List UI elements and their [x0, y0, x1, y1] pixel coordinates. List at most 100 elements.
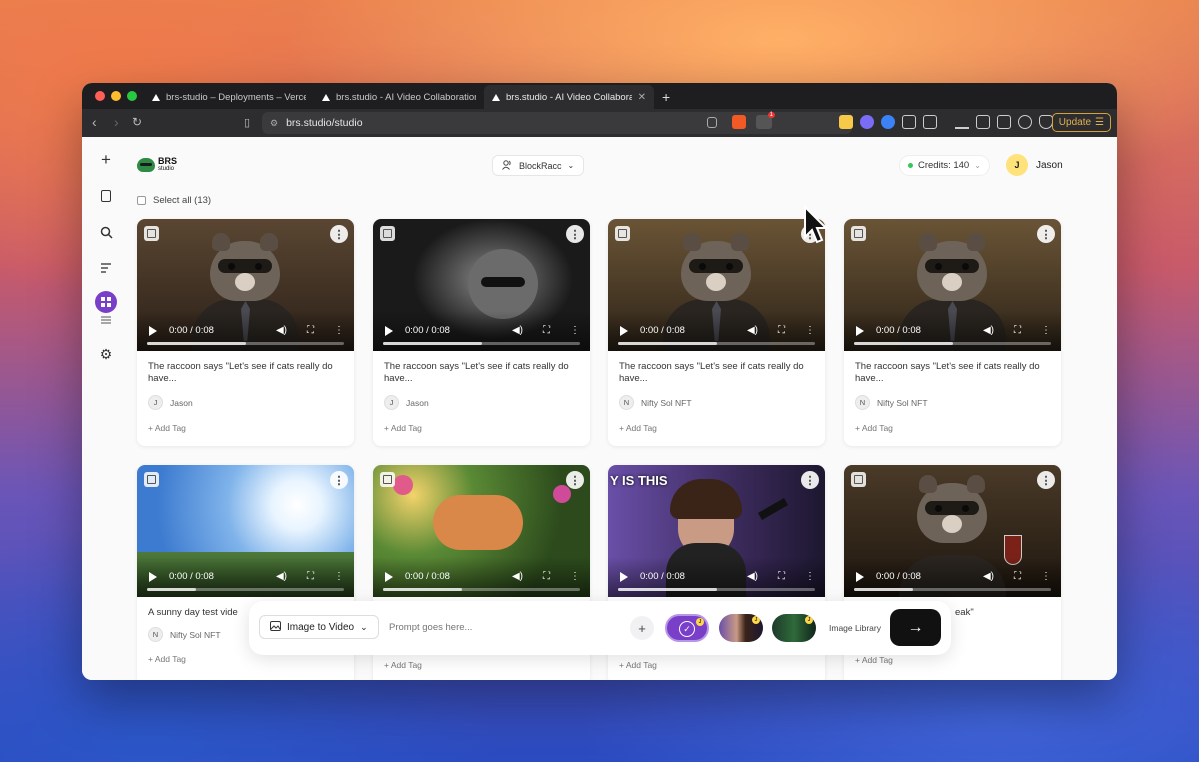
more-options-icon[interactable]: ⋮	[330, 471, 348, 489]
maximize-window-button[interactable]	[127, 91, 137, 101]
minimize-window-button[interactable]	[111, 91, 121, 101]
video-menu-icon[interactable]: ⋮	[570, 325, 580, 336]
video-menu-icon[interactable]: ⋮	[334, 571, 344, 582]
progress-bar[interactable]	[618, 588, 815, 591]
close-window-button[interactable]	[95, 91, 105, 101]
volume-icon[interactable]: ◀)	[512, 325, 523, 336]
update-button[interactable]: Update ☰	[1051, 113, 1111, 132]
grid-icon[interactable]	[95, 291, 117, 313]
gear-icon[interactable]: ⚙	[95, 343, 117, 365]
add-tag-button[interactable]: + Add Tag	[384, 423, 579, 433]
site-settings-icon[interactable]: ⚙	[270, 118, 278, 129]
mode-dropdown[interactable]: Image to Video ⌄	[259, 615, 379, 639]
add-tag-button[interactable]: + Add Tag	[619, 423, 814, 433]
video-card[interactable]: ⋮ 0:00 / 0:08 ◀) ⛶ ⋮ The raccoon says "Let'…	[137, 219, 354, 446]
progress-bar[interactable]	[854, 588, 1051, 591]
credits-dropdown[interactable]: Credits: 140 ⌄	[899, 155, 990, 176]
volume-icon[interactable]: ◀)	[983, 325, 994, 336]
play-icon[interactable]	[385, 571, 393, 582]
play-icon[interactable]	[856, 571, 864, 582]
progress-bar[interactable]	[383, 342, 580, 345]
select-all[interactable]: Select all (13)	[137, 195, 211, 206]
video-menu-icon[interactable]: ⋮	[570, 571, 580, 582]
workspace-dropdown[interactable]: BlockRacc ⌄	[492, 155, 585, 176]
volume-icon[interactable]: ◀)	[276, 325, 287, 336]
reload-icon[interactable]: ↻	[132, 115, 142, 129]
video-player[interactable]: ⋮ 0:00 / 0:08 ◀) ⛶ ⋮	[137, 219, 354, 351]
extension-icon[interactable]	[839, 115, 853, 129]
user-menu[interactable]: J Jason	[1006, 154, 1063, 176]
fullscreen-icon[interactable]: ⛶	[1014, 325, 1021, 336]
vpn-shield-icon[interactable]	[1039, 115, 1053, 129]
video-player[interactable]: ⋮ 0:00 / 0:08 ◀) ⛶ ⋮	[608, 219, 825, 351]
plus-icon[interactable]: +	[95, 149, 117, 171]
volume-icon[interactable]: ◀)	[983, 571, 994, 582]
play-icon[interactable]	[385, 325, 393, 336]
add-tag-button[interactable]: + Add Tag	[855, 423, 1050, 433]
play-icon[interactable]	[620, 571, 628, 582]
fullscreen-icon[interactable]: ⛶	[543, 571, 550, 582]
book-icon[interactable]	[95, 185, 117, 207]
play-icon[interactable]	[620, 325, 628, 336]
browser-tab[interactable]: brs.studio - AI Video Collaboration	[314, 85, 484, 109]
leo-ai-icon[interactable]	[1018, 115, 1032, 129]
video-player[interactable]: ⋮ 0:00 / 0:08 ◀) ⛶ ⋮	[844, 219, 1061, 351]
prompt-input[interactable]	[389, 615, 609, 639]
more-options-icon[interactable]: ⋮	[1037, 471, 1055, 489]
share-icon[interactable]	[707, 117, 717, 128]
progress-bar[interactable]	[854, 342, 1051, 345]
progress-bar[interactable]	[618, 342, 815, 345]
video-card[interactable]: ⋮ 0:00 / 0:08 ◀) ⛶ ⋮ The raccoon says "Let'…	[608, 219, 825, 446]
video-menu-icon[interactable]: ⋮	[805, 325, 815, 336]
add-tag-button[interactable]: + Add Tag	[855, 655, 1050, 665]
extension-icon[interactable]	[923, 115, 937, 129]
brave-rewards-icon[interactable]: 1	[756, 112, 775, 129]
extensions-puzzle-icon[interactable]	[902, 115, 916, 129]
download-icon[interactable]	[955, 115, 969, 129]
progress-bar[interactable]	[147, 588, 344, 591]
video-menu-icon[interactable]: ⋮	[1041, 325, 1051, 336]
more-options-icon[interactable]: ⋮	[566, 225, 584, 243]
browser-tab-active[interactable]: brs.studio - AI Video Collabora ✕	[484, 85, 654, 109]
video-card[interactable]: ⋮ 0:00 / 0:08 ◀) ⛶ ⋮ The raccoon says "Let'…	[844, 219, 1061, 446]
add-tag-button[interactable]: + Add Tag	[619, 660, 814, 670]
card-checkbox[interactable]	[380, 226, 395, 241]
extension-icon[interactable]	[881, 115, 895, 129]
wallet-icon[interactable]	[997, 115, 1011, 129]
browser-tab[interactable]: brs-studio – Deployments – Vercel	[144, 85, 314, 109]
fullscreen-icon[interactable]: ⛶	[778, 571, 785, 582]
image-library-link[interactable]: Image Library	[829, 623, 881, 633]
play-icon[interactable]	[149, 325, 157, 336]
volume-icon[interactable]: ◀)	[747, 325, 758, 336]
image-thumbnail[interactable]: J	[719, 614, 763, 642]
video-player[interactable]: Y IS THIS ⋮ 0:00 / 0:08 ◀) ⛶ ⋮	[608, 465, 825, 597]
play-icon[interactable]	[856, 325, 864, 336]
card-checkbox[interactable]	[144, 472, 159, 487]
back-icon[interactable]: ‹	[92, 114, 97, 130]
add-image-button[interactable]: +	[630, 616, 654, 640]
progress-bar[interactable]	[383, 588, 580, 591]
close-tab-icon[interactable]: ✕	[638, 92, 646, 103]
bookmark-icon[interactable]: ▯	[244, 116, 250, 129]
more-options-icon[interactable]: ⋮	[1037, 225, 1055, 243]
video-menu-icon[interactable]: ⋮	[334, 325, 344, 336]
card-checkbox[interactable]	[144, 226, 159, 241]
more-options-icon[interactable]: ⋮	[566, 471, 584, 489]
submit-arrow-button[interactable]: →	[890, 609, 941, 646]
extension-icon[interactable]	[860, 115, 874, 129]
card-checkbox[interactable]	[851, 472, 866, 487]
progress-bar[interactable]	[147, 342, 344, 345]
add-tag-button[interactable]: + Add Tag	[148, 654, 343, 664]
image-thumbnail[interactable]: J	[772, 614, 816, 642]
volume-icon[interactable]: ◀)	[276, 571, 287, 582]
video-menu-icon[interactable]: ⋮	[805, 571, 815, 582]
video-player[interactable]: ⋮ 0:00 / 0:08 ◀) ⛶ ⋮	[373, 465, 590, 597]
volume-icon[interactable]: ◀)	[512, 571, 523, 582]
fullscreen-icon[interactable]: ⛶	[307, 571, 314, 582]
video-card[interactable]: ⋮ 0:00 / 0:08 ◀) ⛶ ⋮ The raccoon says "Let'…	[373, 219, 590, 446]
brave-shield-icon[interactable]	[732, 115, 746, 129]
add-tag-button[interactable]: + Add Tag	[384, 660, 579, 670]
video-player[interactable]: ⋮ 0:00 / 0:08 ◀) ⛶ ⋮	[844, 465, 1061, 597]
sidebar-icon[interactable]	[976, 115, 990, 129]
more-options-icon[interactable]: ⋮	[801, 471, 819, 489]
